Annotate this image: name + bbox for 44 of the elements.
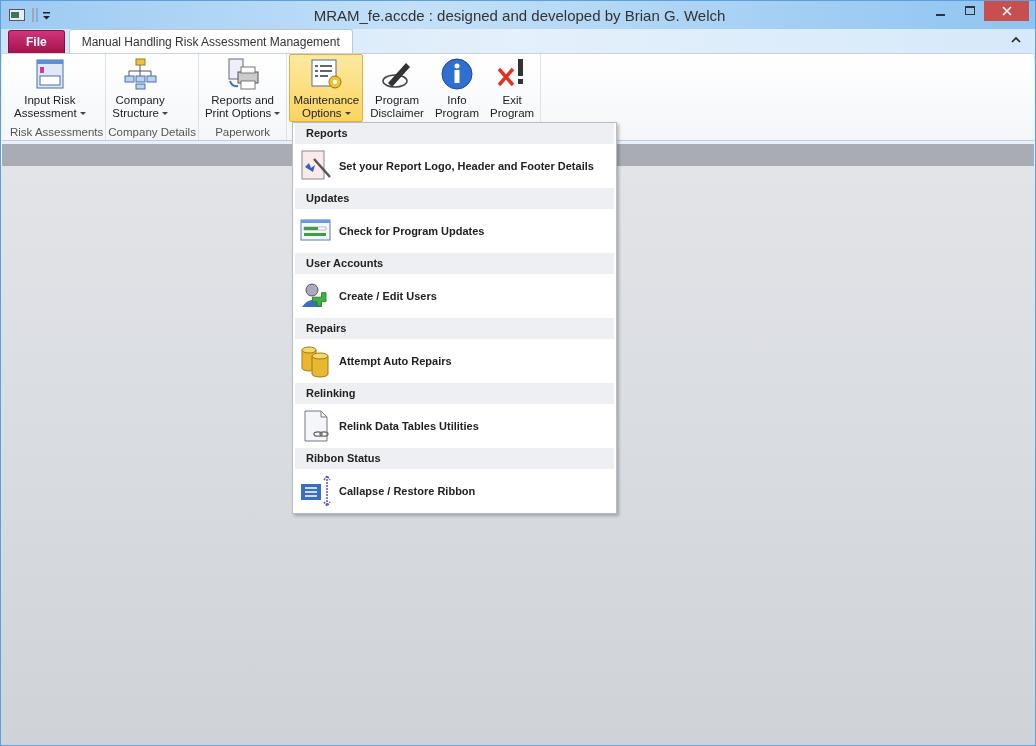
menu-item[interactable]: Callapse / Restore Ribbon: [293, 469, 616, 513]
checklist-gear-icon: [309, 57, 344, 91]
app-icon[interactable]: [9, 9, 25, 21]
menu-item-label: Create / Edit Users: [339, 290, 437, 302]
collapse-ribbon-icon[interactable]: [1011, 36, 1021, 44]
menu-item-label: Check for Program Updates: [339, 225, 485, 237]
ribbon-button[interactable]: Info Program: [430, 54, 483, 122]
menu-heading: Updates: [295, 188, 614, 209]
quick-access-caret-icon[interactable]: [29, 8, 53, 22]
menu-item[interactable]: Attempt Auto Repairs: [293, 339, 616, 383]
menu-item-label: Relink Data Tables Utilities: [339, 420, 479, 432]
menu-item[interactable]: Check for Program Updates: [293, 209, 616, 253]
menu-heading: User Accounts: [295, 253, 614, 274]
group-label: Company Details: [108, 126, 196, 140]
menu-item-label: Attempt Auto Repairs: [339, 355, 452, 367]
menu-item[interactable]: Create / Edit Users: [293, 274, 616, 318]
ribbon-arrows-icon: [300, 474, 332, 508]
group-label: Paperwork: [214, 126, 272, 140]
menu-item[interactable]: Set your Report Logo, Header and Footer Details: [293, 144, 616, 188]
ribbon-button[interactable]: Reports and Print Options: [200, 54, 285, 122]
ribbon-button[interactable]: Program Disclaimer: [366, 54, 428, 122]
menu-heading: Relinking: [295, 383, 614, 404]
database-icon: [300, 344, 332, 378]
maximize-icon: [964, 6, 975, 16]
window-title: MRAM_fe.accde : designed and developed by Brian G. Welch: [312, 6, 727, 24]
group-label: Risk Assessments: [10, 126, 104, 140]
menu-heading: Reports: [295, 123, 614, 144]
ribbon-tab[interactable]: Manual Handling Risk Assessment Management: [68, 29, 353, 53]
ribbon-button[interactable]: Input Risk Assessment: [10, 54, 90, 122]
menu-item-label: Set your Report Logo, Header and Footer Details: [339, 160, 594, 172]
ribbon-button[interactable]: Company Structure: [108, 54, 172, 122]
printer-icon: [225, 57, 260, 91]
minimize-icon: [936, 13, 945, 16]
ribbon-button[interactable]: Maintenance Options: [289, 54, 364, 122]
close-icon: [1001, 6, 1012, 16]
ribbon-button[interactable]: Exit Program: [486, 54, 539, 122]
menu-item[interactable]: Relink Data Tables Utilities: [293, 404, 616, 448]
wand-page-icon: [300, 149, 332, 183]
menu-heading: Repairs: [295, 318, 614, 339]
menu-heading: Ribbon Status: [295, 448, 614, 469]
menu-item-label: Callapse / Restore Ribbon: [339, 485, 476, 497]
ribbon-tab[interactable]: File: [8, 30, 65, 53]
info-icon: [439, 57, 474, 91]
org-chart-icon: [123, 57, 158, 91]
